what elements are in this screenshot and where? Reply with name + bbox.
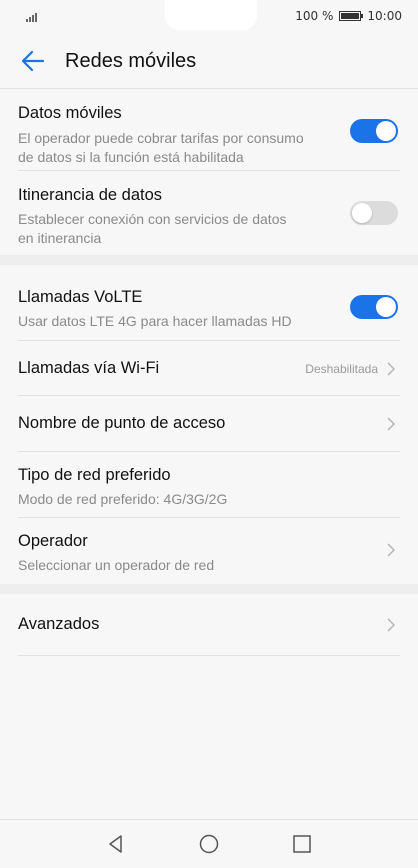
app-bar: Redes móviles (0, 34, 418, 88)
setting-title: Nombre de punto de acceso (18, 414, 226, 432)
chevron-right-icon (387, 362, 396, 376)
clock: 10:00 (367, 9, 402, 23)
settings-group-data: Datos móviles El operador puede cobrar t… (0, 89, 418, 255)
volte-toggle[interactable] (350, 295, 398, 319)
battery-icon (339, 11, 364, 21)
setting-subtitle: Establecer conexión con servicios de dat… (18, 211, 287, 227)
data-roaming-toggle[interactable] (350, 201, 398, 225)
setting-volte[interactable]: Llamadas VoLTE Usar datos LTE 4G para ha… (18, 265, 400, 341)
circle-home-icon[interactable] (199, 834, 219, 854)
status-bar: 100 % 10:00 (0, 0, 418, 34)
section-gap (0, 584, 418, 594)
setting-subtitle: Modo de red preferido: 4G/3G/2G (18, 491, 228, 507)
setting-title: Tipo de red preferido (18, 466, 171, 484)
signal-icon (26, 13, 37, 22)
battery-percent: 100 % (295, 9, 334, 23)
settings-group-calls: Llamadas VoLTE Usar datos LTE 4G para ha… (0, 265, 418, 584)
setting-value: Deshabilitada (305, 362, 378, 376)
setting-subtitle: Seleccionar un operador de red (18, 557, 215, 573)
setting-title: Llamadas VoLTE (18, 288, 143, 306)
camera-notch (165, 0, 257, 30)
setting-title: Itinerancia de datos (18, 186, 163, 204)
setting-subtitle: de datos si la función está habilitada (18, 149, 244, 165)
chevron-right-icon (387, 417, 396, 431)
setting-subtitle: en itinerancia (18, 230, 102, 246)
chevron-right-icon (387, 543, 396, 557)
chevron-right-icon (387, 618, 396, 632)
setting-apn[interactable]: Nombre de punto de acceso (18, 396, 400, 452)
setting-title: Datos móviles (18, 104, 122, 122)
settings-group-advanced: Avanzados (0, 594, 418, 656)
section-gap (0, 255, 418, 265)
setting-mobile-data[interactable]: Datos móviles El operador puede cobrar t… (18, 89, 400, 171)
square-recent-icon[interactable] (292, 834, 312, 854)
setting-wifi-calling[interactable]: Llamadas vía Wi-Fi Deshabilitada (18, 341, 400, 396)
setting-operator[interactable]: Operador Seleccionar un operador de red (18, 518, 400, 584)
setting-title: Avanzados (18, 615, 100, 633)
arrow-left-icon[interactable] (20, 48, 46, 74)
setting-subtitle: El operador puede cobrar tarifas por con… (18, 130, 304, 146)
navigation-bar (0, 819, 418, 868)
setting-advanced[interactable]: Avanzados (18, 594, 400, 656)
mobile-data-toggle[interactable] (350, 119, 398, 143)
page-title: Redes móviles (65, 50, 197, 72)
setting-subtitle: Usar datos LTE 4G para hacer llamadas HD (18, 313, 292, 329)
setting-title: Operador (18, 532, 88, 550)
setting-data-roaming[interactable]: Itinerancia de datos Establecer conexión… (18, 171, 400, 255)
setting-preferred-network[interactable]: Tipo de red preferido Modo de red prefer… (18, 452, 400, 518)
status-right: 100 % 10:00 (295, 9, 402, 23)
triangle-back-icon[interactable] (106, 834, 126, 854)
